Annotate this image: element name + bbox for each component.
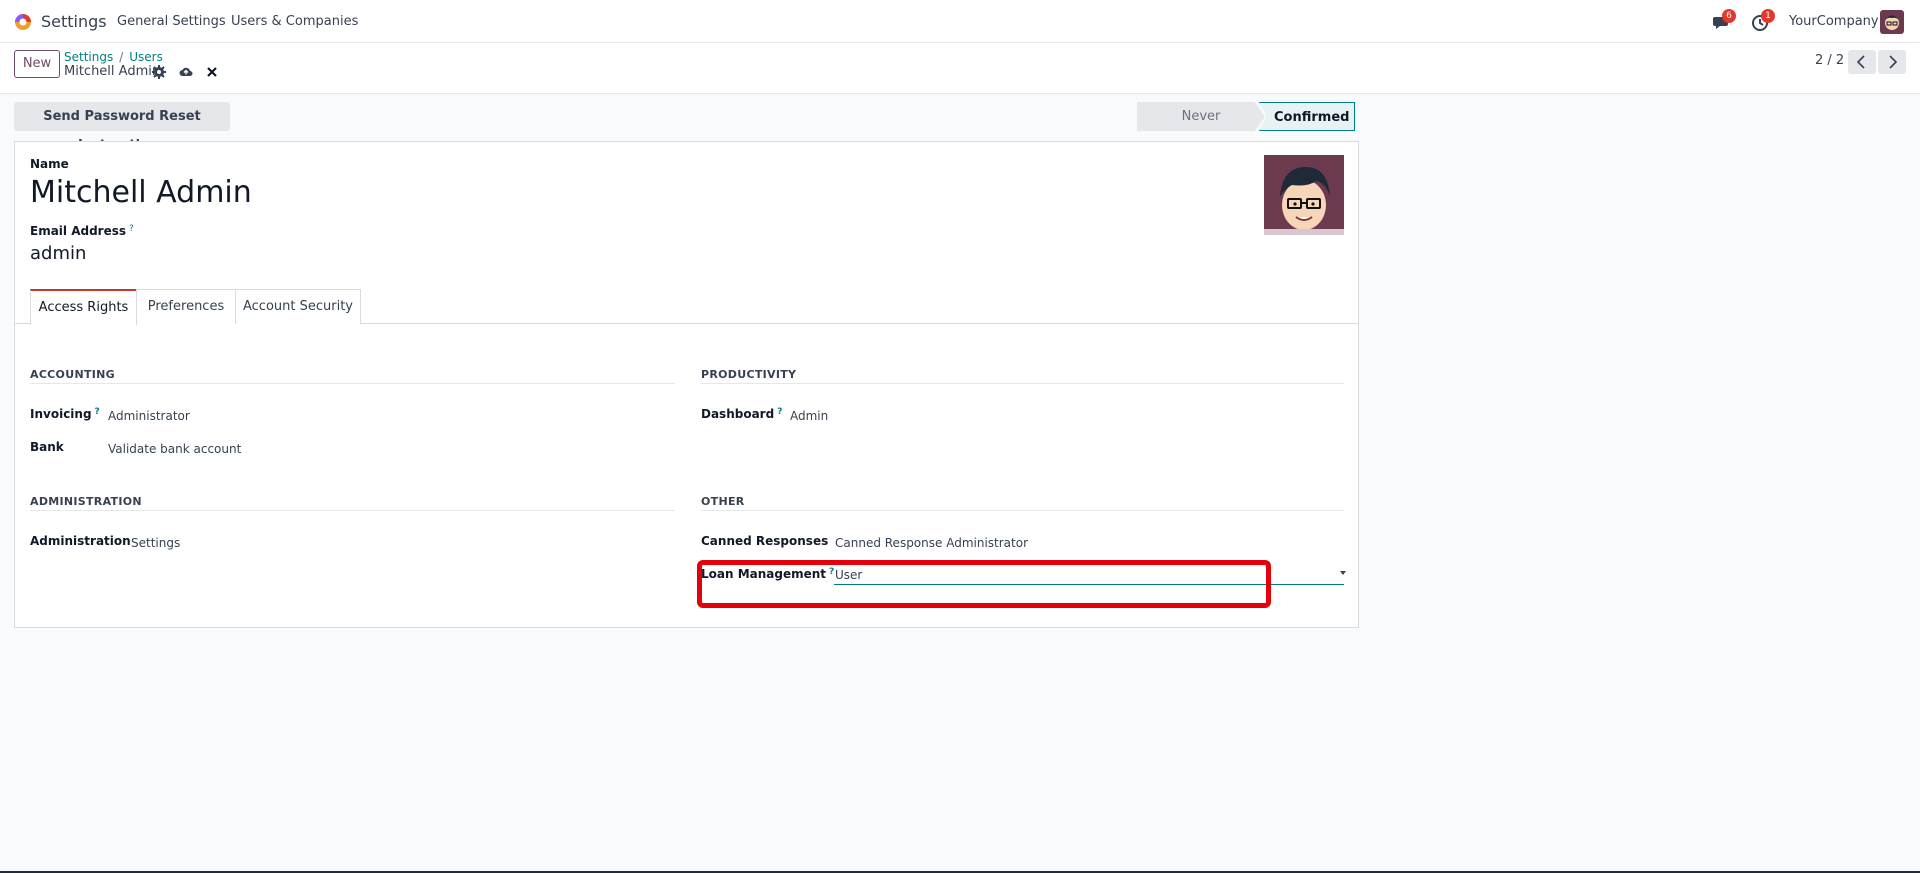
tab-access-rights[interactable]: Access Rights xyxy=(30,289,137,325)
section-other-title: OTHER xyxy=(701,495,745,508)
app-title[interactable]: Settings xyxy=(41,12,107,31)
bank-field[interactable]: Validate bank account xyxy=(108,442,241,456)
dashboard-label: Dashboard? xyxy=(701,407,782,421)
help-icon[interactable]: ? xyxy=(95,407,100,417)
section-divider xyxy=(701,383,1344,384)
gear-icon[interactable] xyxy=(152,65,166,79)
tab-preferences[interactable]: Preferences xyxy=(136,289,236,324)
section-accounting-title: ACCOUNTING xyxy=(30,368,115,381)
discard-icon[interactable] xyxy=(205,65,219,79)
dashboard-label-text: Dashboard xyxy=(701,407,775,421)
breadcrumb-settings[interactable]: Settings xyxy=(64,50,113,64)
administration-field[interactable]: Settings xyxy=(131,536,180,550)
section-divider xyxy=(30,383,675,384)
section-divider xyxy=(30,510,675,511)
odoo-app-icon[interactable] xyxy=(13,12,33,32)
new-button[interactable]: New xyxy=(14,50,60,78)
record-name: Mitchell Admin xyxy=(64,64,161,79)
activities-badge: 1 xyxy=(1761,9,1775,23)
loan-management-label-text: Loan Management xyxy=(701,567,827,581)
form-sheet: Name Mitchell Admin Email Address? admin… xyxy=(14,141,1359,628)
canned-responses-label: Canned Responses xyxy=(701,534,829,548)
invoicing-field[interactable]: Administrator xyxy=(108,409,190,423)
pager-previous-button[interactable] xyxy=(1848,50,1876,74)
top-navbar: Settings General Settings Users & Compan… xyxy=(0,0,1920,43)
save-cloud-icon[interactable] xyxy=(179,65,193,79)
avatar-illustration xyxy=(1264,155,1344,235)
loan-management-label: Loan Management? xyxy=(701,567,834,581)
status-bar: Never Connected Confirmed xyxy=(1137,102,1355,131)
user-photo[interactable] xyxy=(1264,155,1344,235)
control-panel: New Settings / Users Mitchell Admin 2 / 2 xyxy=(0,43,1920,94)
breadcrumb: Settings / Users xyxy=(64,50,163,64)
name-label-text: Name xyxy=(30,157,69,171)
loan-management-select[interactable]: User xyxy=(834,565,1344,585)
chevron-right-icon xyxy=(1889,55,1898,69)
chevron-left-icon xyxy=(1856,55,1865,69)
name-field[interactable]: Mitchell Admin xyxy=(30,175,252,210)
section-divider xyxy=(701,510,1344,511)
notebook-tabs: Access Rights Preferences Account Securi… xyxy=(15,289,1358,325)
tab-account-security[interactable]: Account Security xyxy=(235,289,361,324)
menu-general-settings[interactable]: General Settings xyxy=(117,14,226,29)
help-icon[interactable]: ? xyxy=(129,224,134,234)
email-field[interactable]: admin xyxy=(30,243,86,264)
menu-users-companies[interactable]: Users & Companies xyxy=(231,14,358,29)
messages-badge: 6 xyxy=(1722,9,1736,23)
loan-management-value: User xyxy=(835,568,863,582)
canned-responses-field[interactable]: Canned Response Administrator xyxy=(835,536,1028,550)
administration-label: Administration xyxy=(30,534,131,548)
section-productivity-title: PRODUCTIVITY xyxy=(701,368,797,381)
pager-next-button[interactable] xyxy=(1878,50,1906,74)
bank-label: Bank xyxy=(30,440,64,454)
invoicing-label: Invoicing? xyxy=(30,407,100,421)
company-switcher[interactable]: YourCompany xyxy=(1789,14,1879,29)
dashboard-field[interactable]: Admin xyxy=(790,409,828,423)
help-icon[interactable]: ? xyxy=(777,407,782,417)
email-label: Email Address? xyxy=(30,224,134,239)
breadcrumb-users[interactable]: Users xyxy=(129,50,163,64)
chevron-down-icon[interactable] xyxy=(1340,571,1346,575)
breadcrumb-separator: / xyxy=(119,50,124,64)
invoicing-label-text: Invoicing xyxy=(30,407,92,421)
section-administration-title: ADMINISTRATION xyxy=(30,495,142,508)
email-label-text: Email Address xyxy=(30,224,127,238)
status-confirmed[interactable]: Confirmed xyxy=(1259,102,1355,131)
name-label: Name xyxy=(30,157,69,172)
send-password-reset-button[interactable]: Send Password Reset Instructions xyxy=(14,102,230,153)
status-never-connected[interactable]: Never Connected xyxy=(1137,102,1265,131)
pager-value[interactable]: 2 / 2 xyxy=(1815,53,1844,68)
user-avatar[interactable] xyxy=(1880,10,1904,34)
